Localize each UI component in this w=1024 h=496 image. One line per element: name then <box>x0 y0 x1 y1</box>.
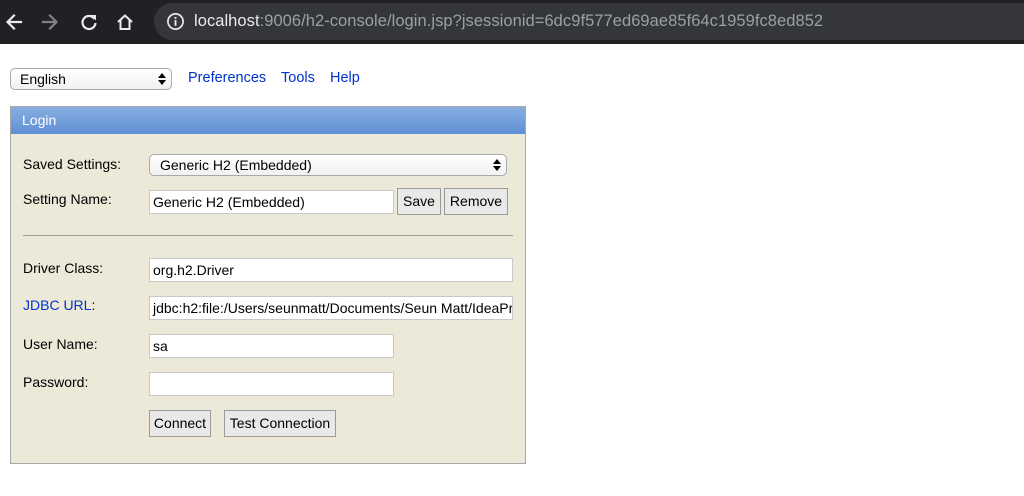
saved-settings-value: Generic H2 (Embedded) <box>160 157 312 173</box>
back-button[interactable] <box>0 8 28 36</box>
save-button[interactable]: Save <box>397 188 441 215</box>
jdbc-url-input[interactable]: jdbc:h2:file:/Users/seunmatt/Documents/S… <box>149 296 513 320</box>
reload-button[interactable] <box>75 8 103 36</box>
help-link[interactable]: Help <box>330 70 360 86</box>
address-bar[interactable]: localhost:9006/h2-console/login.jsp?jses… <box>154 3 1024 40</box>
language-select[interactable]: English <box>10 68 172 90</box>
tools-link[interactable]: Tools <box>281 70 315 86</box>
divider <box>23 235 513 236</box>
login-panel-title: Login <box>11 107 525 134</box>
password-input[interactable] <box>149 372 394 396</box>
home-icon <box>117 14 133 30</box>
info-icon[interactable] <box>166 12 185 31</box>
user-name-input[interactable]: sa <box>149 334 394 358</box>
select-arrows-icon <box>158 73 166 85</box>
test-connection-button[interactable]: Test Connection <box>224 410 336 437</box>
language-select-value: English <box>20 71 66 87</box>
jdbc-url-link[interactable]: JDBC URL <box>23 297 91 313</box>
setting-name-label: Setting Name: <box>23 191 112 207</box>
url-host: localhost <box>194 12 260 30</box>
home-button[interactable] <box>111 8 139 36</box>
select-arrows-icon <box>493 159 501 171</box>
back-arrow-icon <box>5 13 23 31</box>
jdbc-url-label[interactable]: JDBC URL: <box>23 297 95 313</box>
url-text[interactable]: localhost:9006/h2-console/login.jsp?jses… <box>194 12 823 31</box>
connect-button[interactable]: Connect <box>149 410 211 437</box>
login-panel: Login Saved Settings: Generic H2 (Embedd… <box>10 106 526 464</box>
url-path: :9006/h2-console/login.jsp?jsessionid=6d… <box>259 12 824 30</box>
remove-button[interactable]: Remove <box>444 188 508 215</box>
user-name-label: User Name: <box>23 336 98 352</box>
forward-button[interactable] <box>36 8 64 36</box>
saved-settings-select[interactable]: Generic H2 (Embedded) <box>149 154 507 176</box>
saved-settings-label: Saved Settings: <box>23 156 122 172</box>
preferences-link[interactable]: Preferences <box>188 70 266 86</box>
reload-icon <box>81 14 97 31</box>
jdbc-url-colon: : <box>91 297 96 313</box>
password-label: Password: <box>23 374 89 390</box>
browser-toolbar: localhost:9006/h2-console/login.jsp?jses… <box>0 0 1024 44</box>
driver-class-label: Driver Class: <box>23 260 104 276</box>
driver-class-input[interactable]: org.h2.Driver <box>149 258 513 282</box>
forward-arrow-icon <box>41 13 59 31</box>
setting-name-input[interactable]: Generic H2 (Embedded) <box>149 190 394 214</box>
